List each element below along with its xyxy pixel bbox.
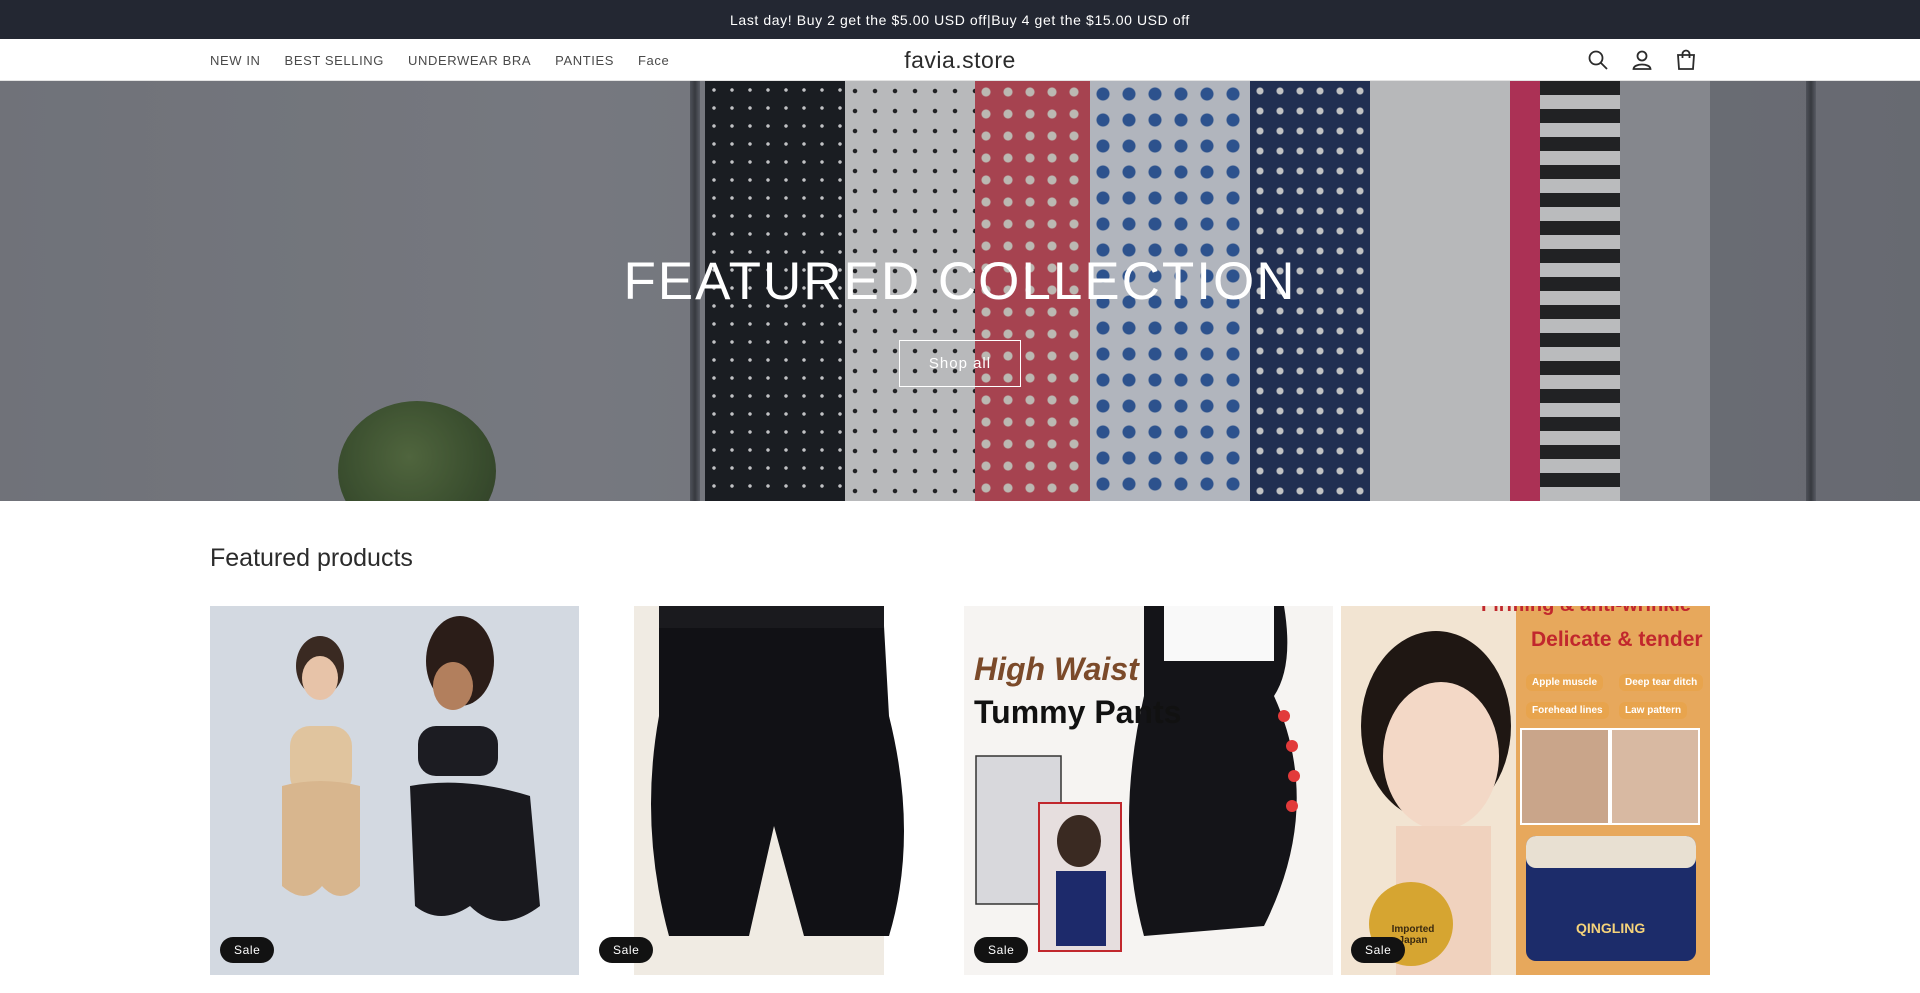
promo-text: Firming & anti-wrinkle bbox=[1481, 606, 1691, 617]
promo-tag: Law pattern bbox=[1619, 702, 1688, 719]
promo-tag: Apple muscle bbox=[1526, 674, 1604, 691]
hero-banner: FEATURED COLLECTION Shop all bbox=[0, 81, 1920, 501]
main-nav: NEW IN BEST SELLING UNDERWEAR BRA PANTIE… bbox=[210, 39, 669, 81]
announcement-bar: Last day! Buy 2 get the $5.00 USD off|Bu… bbox=[0, 0, 1920, 39]
announcement-text: Last day! Buy 2 get the $5.00 USD off|Bu… bbox=[730, 11, 1190, 28]
product-image bbox=[589, 606, 958, 975]
promo-text: Tummy Pants bbox=[974, 694, 1182, 730]
nav-item-new-in[interactable]: NEW IN bbox=[210, 53, 261, 68]
hero-title: FEATURED COLLECTION bbox=[623, 252, 1297, 311]
nav-item-face[interactable]: Face bbox=[638, 53, 669, 68]
promo-text: Delicate & tender bbox=[1531, 628, 1703, 651]
featured-products-title: Featured products bbox=[210, 544, 413, 572]
header-icons bbox=[1585, 39, 1699, 81]
product-card[interactable]: Firming & anti-wrinkle Delicate & tender… bbox=[1341, 606, 1710, 975]
product-brand-text: QINGLING bbox=[1576, 920, 1646, 936]
product-image bbox=[1341, 606, 1710, 975]
nav-item-best-selling[interactable]: BEST SELLING bbox=[285, 53, 384, 68]
sale-badge: Sale bbox=[974, 937, 1029, 963]
sale-badge: Sale bbox=[220, 937, 275, 963]
site-header: NEW IN BEST SELLING UNDERWEAR BRA PANTIE… bbox=[0, 39, 1920, 81]
promo-text: High Waist bbox=[974, 651, 1139, 687]
product-card[interactable]: Sale bbox=[210, 606, 579, 975]
promo-tag: Deep tear ditch bbox=[1619, 674, 1704, 691]
product-image bbox=[282, 616, 540, 921]
store-logo[interactable]: favia.store bbox=[904, 47, 1016, 74]
search-icon[interactable] bbox=[1585, 47, 1611, 73]
nav-item-panties[interactable]: PANTIES bbox=[555, 53, 614, 68]
nav-item-underwear-bra[interactable]: UNDERWEAR BRA bbox=[408, 53, 531, 68]
product-card[interactable]: Sale bbox=[589, 606, 958, 975]
account-icon[interactable] bbox=[1629, 47, 1655, 73]
shop-all-button[interactable]: Shop all bbox=[899, 340, 1021, 387]
cart-icon[interactable] bbox=[1673, 47, 1699, 73]
sale-badge: Sale bbox=[1351, 937, 1406, 963]
promo-tag: Forehead lines bbox=[1526, 702, 1609, 719]
sale-badge: Sale bbox=[599, 937, 654, 963]
product-card[interactable]: High Waist Tummy Pants Sale bbox=[964, 606, 1333, 975]
